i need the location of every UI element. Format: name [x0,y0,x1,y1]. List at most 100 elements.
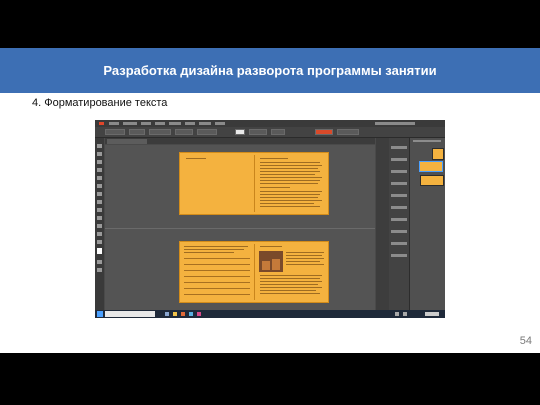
text-line [260,284,318,285]
text-line [260,187,290,188]
control-bar [95,127,445,138]
panel-item-text-wrap[interactable] [391,242,407,245]
text-line [184,246,248,247]
slide-subtitle: 4. Форматирование текста [32,97,168,109]
app-icon[interactable] [181,312,185,316]
text-line [286,261,320,262]
table-row [184,264,250,265]
text-line [260,177,322,178]
direct-selection-tool-icon [97,152,102,156]
page-thumbnail[interactable] [432,148,444,160]
text-line [260,293,320,294]
document-tabs [105,138,375,144]
panel-item-links[interactable] [391,170,407,173]
photo-figure [262,261,270,270]
text-line [260,203,314,204]
panel-item-character[interactable] [391,254,407,257]
text-line [184,252,234,253]
text-line [260,194,320,195]
document-canvas [105,145,375,310]
text-line [260,281,322,282]
spread-divider [105,228,375,229]
table-row [184,258,250,259]
table-row [184,294,250,295]
spread-thumbnail[interactable] [420,175,444,186]
app-screenshot [95,120,445,318]
indesign-icon[interactable] [197,312,201,316]
page-number: 54 [519,335,532,347]
text-line [260,158,288,159]
pen-tool-icon [97,184,102,188]
windows-taskbar [95,310,445,318]
panel-icons-strip [376,138,389,310]
spread-thumbnail-selected[interactable] [419,161,443,172]
menu-item [109,122,119,125]
fill-swatch-icon [235,129,245,135]
text-line [260,287,322,288]
panel-item-gradient[interactable] [391,218,407,221]
explorer-icon[interactable] [173,312,177,316]
clock[interactable] [425,312,439,316]
zoom-tool-icon [97,268,102,272]
spread-fold [254,244,255,300]
menu-item [141,122,151,125]
gradient-tool-icon [97,232,102,236]
panel-item-swatches[interactable] [391,194,407,197]
pages-panel [409,138,445,310]
menu-item [123,122,137,125]
title-bar: Разработка дизайна разворота программы з… [0,48,540,93]
browser-icon[interactable] [189,312,193,316]
slide: Разработка дизайна разворота программы з… [0,48,540,353]
task-view-icon[interactable] [165,312,169,316]
text-line [260,246,282,247]
control-field [149,129,171,135]
menu-item [169,122,181,125]
panel-item-color[interactable] [391,206,407,209]
text-line [260,191,322,192]
text-line [260,206,320,207]
workspace-selector [375,122,415,125]
control-field [175,129,193,135]
panel-item-stroke[interactable] [391,182,407,185]
scissors-tool-icon [97,216,102,220]
text-line [186,158,206,159]
menu-item [215,122,225,125]
tray-icon[interactable] [403,312,407,316]
text-line [286,255,322,256]
text-line [260,174,315,175]
text-line [260,168,318,169]
text-line [260,200,322,201]
selection-tool-icon [97,144,102,148]
table-row [184,276,250,277]
text-line [184,249,244,250]
transform-tool-icon [97,224,102,228]
control-field [249,129,267,135]
tray-icon[interactable] [395,312,399,316]
menu-item [199,122,211,125]
tools-panel [95,138,104,310]
page-tool-icon [97,160,102,164]
table-row [184,270,250,271]
control-field [271,129,285,135]
pencil-tool-icon [97,192,102,196]
text-line [260,290,316,291]
rectangle-tool-icon [97,208,102,212]
panel-item-pages[interactable] [391,146,407,149]
table-row [184,282,250,283]
document-tab [107,139,147,144]
text-line [286,258,324,259]
taskbar-search-box[interactable] [105,311,155,317]
hand-tool-icon [97,260,102,264]
panel-item-effects[interactable] [391,230,407,233]
text-line [286,252,324,253]
line-tool-icon [97,176,102,180]
control-field [197,129,217,135]
table-row [184,288,250,289]
menu-bar [95,120,445,127]
control-field [129,129,145,135]
text-line [286,264,324,265]
panels-list [389,138,409,310]
windows-start-icon[interactable] [97,311,103,317]
panel-item-layers[interactable] [391,158,407,161]
fill-stroke-icon [97,248,102,254]
